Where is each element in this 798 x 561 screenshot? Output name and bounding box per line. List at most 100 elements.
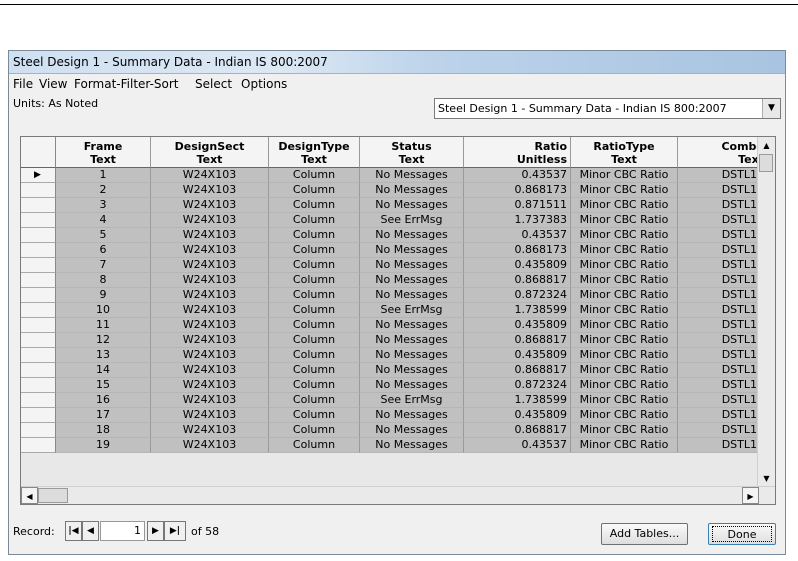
table-cell[interactable]: Minor CBC Ratio — [571, 348, 678, 363]
table-cell[interactable]: 0.435809 — [464, 408, 571, 423]
table-cell[interactable]: DSTL11 — [678, 378, 768, 393]
table-cell[interactable]: Column — [269, 363, 360, 378]
row-selector[interactable] — [21, 303, 56, 318]
table-cell[interactable]: 0.435809 — [464, 258, 571, 273]
table-cell[interactable]: Minor CBC Ratio — [571, 168, 678, 183]
table-cell[interactable]: 0.435809 — [464, 318, 571, 333]
menu-options[interactable]: Options — [241, 77, 287, 91]
menu-file[interactable]: File — [13, 77, 33, 91]
scroll-right-icon[interactable]: ▶ — [742, 487, 759, 504]
column-header-designsect[interactable]: DesignSect Text — [151, 137, 269, 168]
table-cell[interactable]: 0.43537 — [464, 168, 571, 183]
table-cell[interactable]: 0.868173 — [464, 183, 571, 198]
table-cell[interactable]: 4 — [56, 213, 151, 228]
table-cell[interactable]: 16 — [56, 393, 151, 408]
table-cell[interactable]: W24X103 — [151, 438, 269, 453]
table-cell[interactable]: No Messages — [360, 288, 464, 303]
table-cell[interactable]: Minor CBC Ratio — [571, 408, 678, 423]
table-cell[interactable]: 12 — [56, 333, 151, 348]
horizontal-scrollbar[interactable]: ◀ ▶ — [21, 486, 775, 504]
add-tables-button[interactable]: Add Tables... — [601, 523, 688, 545]
table-select-dropdown[interactable]: Steel Design 1 - Summary Data - Indian I… — [434, 98, 781, 119]
table-cell[interactable]: Minor CBC Ratio — [571, 198, 678, 213]
menu-view[interactable]: View — [39, 77, 67, 91]
table-cell[interactable]: No Messages — [360, 363, 464, 378]
first-record-icon[interactable]: |◀ — [65, 521, 82, 541]
table-cell[interactable]: DSTL10 — [678, 273, 768, 288]
column-header-ratio[interactable]: Ratio Unitless — [464, 137, 571, 168]
table-cell[interactable]: DSTL11 — [678, 348, 768, 363]
row-selector[interactable] — [21, 228, 56, 243]
table-cell[interactable]: Column — [269, 318, 360, 333]
table-cell[interactable]: DSTL11 — [678, 198, 768, 213]
table-cell[interactable]: Minor CBC Ratio — [571, 303, 678, 318]
column-header-frame[interactable]: Frame Text — [56, 137, 151, 168]
table-cell[interactable]: W24X103 — [151, 408, 269, 423]
next-record-icon[interactable]: ▶ — [147, 521, 164, 541]
table-cell[interactable]: DSTL11 — [678, 243, 768, 258]
table-cell[interactable]: Column — [269, 258, 360, 273]
table-cell[interactable]: 1.738599 — [464, 303, 571, 318]
table-cell[interactable]: 11 — [56, 318, 151, 333]
table-cell[interactable]: 0.868817 — [464, 423, 571, 438]
table-cell[interactable]: DSTL10 — [678, 258, 768, 273]
column-header-status[interactable]: Status Text — [360, 137, 464, 168]
table-cell[interactable]: Column — [269, 333, 360, 348]
table-cell[interactable]: 14 — [56, 363, 151, 378]
table-cell[interactable]: Minor CBC Ratio — [571, 258, 678, 273]
row-selector[interactable] — [21, 408, 56, 423]
table-cell[interactable]: DSTL10 — [678, 318, 768, 333]
table-cell[interactable]: Minor CBC Ratio — [571, 243, 678, 258]
table-cell[interactable]: W24X103 — [151, 213, 269, 228]
row-selector[interactable] — [21, 363, 56, 378]
row-selector[interactable] — [21, 288, 56, 303]
table-cell[interactable]: 17 — [56, 408, 151, 423]
row-selector[interactable] — [21, 258, 56, 273]
table-cell[interactable]: Minor CBC Ratio — [571, 423, 678, 438]
table-cell[interactable]: W24X103 — [151, 303, 269, 318]
table-cell[interactable]: 0.43537 — [464, 438, 571, 453]
table-cell[interactable]: Minor CBC Ratio — [571, 363, 678, 378]
table-cell[interactable]: 1.738599 — [464, 393, 571, 408]
table-cell[interactable]: Minor CBC Ratio — [571, 228, 678, 243]
table-cell[interactable]: 1 — [56, 168, 151, 183]
data-grid[interactable]: Frame Text DesignSect Text DesignType Text Sta… — [20, 136, 776, 505]
table-cell[interactable]: No Messages — [360, 228, 464, 243]
vertical-scrollbar[interactable]: ▲ ▼ — [757, 137, 775, 487]
table-cell[interactable]: No Messages — [360, 198, 464, 213]
row-selector[interactable] — [21, 348, 56, 363]
table-cell[interactable]: DSTL10 — [678, 288, 768, 303]
menu-select[interactable]: Select — [195, 77, 232, 91]
table-cell[interactable]: W24X103 — [151, 333, 269, 348]
table-cell[interactable]: Minor CBC Ratio — [571, 213, 678, 228]
table-cell[interactable]: No Messages — [360, 438, 464, 453]
table-cell[interactable]: DSTL11 — [678, 393, 768, 408]
table-cell[interactable]: Column — [269, 423, 360, 438]
table-cell[interactable]: No Messages — [360, 348, 464, 363]
table-cell[interactable]: No Messages — [360, 243, 464, 258]
menu-format-filter-sort[interactable]: Format-Filter-Sort — [74, 77, 179, 91]
table-cell[interactable]: DSTL11 — [678, 363, 768, 378]
table-cell[interactable]: Minor CBC Ratio — [571, 333, 678, 348]
table-cell[interactable]: Minor CBC Ratio — [571, 393, 678, 408]
table-cell[interactable]: 0.435809 — [464, 348, 571, 363]
column-header-combo[interactable]: Combo Text — [678, 137, 768, 168]
table-cell[interactable]: DSTL11 — [678, 183, 768, 198]
table-cell[interactable]: DSTL11 — [678, 228, 768, 243]
table-cell[interactable]: 19 — [56, 438, 151, 453]
table-cell[interactable]: DSTL10 — [678, 438, 768, 453]
table-cell[interactable]: Minor CBC Ratio — [571, 183, 678, 198]
table-cell[interactable]: Minor CBC Ratio — [571, 318, 678, 333]
table-cell[interactable]: See ErrMsg — [360, 213, 464, 228]
table-cell[interactable]: Minor CBC Ratio — [571, 288, 678, 303]
table-cell[interactable]: 13 — [56, 348, 151, 363]
done-button[interactable]: Done — [708, 523, 776, 545]
table-cell[interactable]: DSTL11 — [678, 168, 768, 183]
table-cell[interactable]: W24X103 — [151, 243, 269, 258]
scroll-left-icon[interactable]: ◀ — [21, 487, 38, 504]
table-cell[interactable]: 1.737383 — [464, 213, 571, 228]
scroll-down-icon[interactable]: ▼ — [758, 470, 775, 487]
vertical-scroll-thumb[interactable] — [759, 154, 773, 172]
table-cell[interactable]: No Messages — [360, 378, 464, 393]
table-cell[interactable]: Column — [269, 168, 360, 183]
